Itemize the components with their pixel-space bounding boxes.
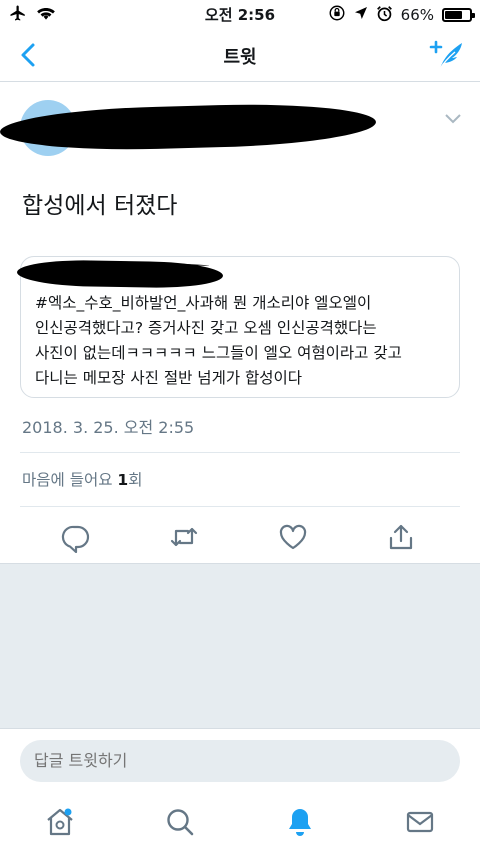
tweet-timestamp: 2018. 3. 25. 오전 2:55 [22,418,195,437]
likes-count: 1 [117,471,129,489]
reply-bar [0,728,480,794]
status-right: 66% [328,4,475,26]
envelope-icon [406,811,434,833]
heart-icon [279,524,307,550]
divider [20,506,460,507]
tab-bar [0,794,480,854]
tweet-text: 합성에서 터졌다 [22,193,178,219]
tweet-header [0,82,480,172]
share-button[interactable] [385,521,417,553]
likes-suffix: 회 [128,471,143,489]
redaction-stroke [29,263,209,269]
tab-notifications[interactable] [284,806,316,838]
share-icon [389,524,413,550]
reply-icon [61,525,90,554]
chevron-down-icon [445,114,461,124]
tweet-actions [0,515,480,561]
likes-prefix: 마음에 들어요 [22,471,118,489]
retweet-icon [170,527,198,547]
bell-icon [289,809,311,836]
battery-icon [442,8,475,22]
orientation-lock-icon [328,4,346,26]
quoted-tweet-text: #엑소_수호_비하발언_사과해 뭔 개소리야 엘오엘이 인신공격했다고? 증거사… [35,294,402,387]
battery-fill [445,11,463,19]
divider [20,452,460,453]
tab-search[interactable] [164,806,196,838]
search-icon [167,809,194,836]
location-icon [354,6,368,24]
page-title: 트윗 [223,47,257,68]
alarm-icon [376,5,393,26]
compose-tweet-button[interactable] [428,38,464,72]
reply-button[interactable] [60,521,92,554]
tab-messages[interactable] [404,806,436,838]
reply-input[interactable] [20,740,460,782]
home-icon [47,808,73,836]
likes-count-link[interactable]: 마음에 들어요 1회 [22,468,142,490]
quoted-tweet-card[interactable]: #엑소_수호_비하발언_사과해 뭔 개소리야 엘오엘이 인신공격했다고? 증거사… [16,256,460,398]
tab-home[interactable] [44,806,76,838]
empty-replies-area [0,563,480,728]
battery-percent: 66% [400,6,434,24]
retweet-button[interactable] [168,521,200,553]
like-button[interactable] [277,521,309,553]
status-bar: 오전 2:56 66% [0,0,480,28]
compose-feather-icon [429,40,462,70]
tweet-options-button[interactable] [444,110,462,124]
nav-bar: 트윗 [0,28,480,82]
